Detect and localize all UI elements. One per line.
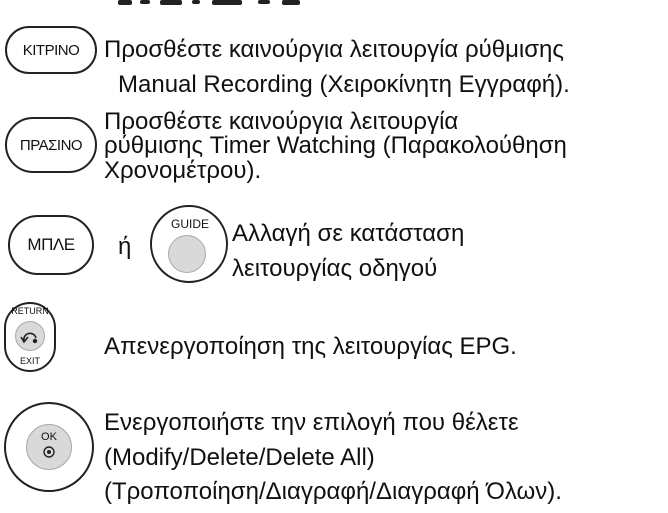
ok-desc-line-1: Ενεργοποιήστε την επιλογή που θέλετε (104, 409, 519, 436)
ok-desc-line-2: (Modify/Delete/Delete All) (104, 444, 375, 471)
ok-desc-line-3: (Τροποποίηση/Διαγραφή/Διαγραφή Όλων). (104, 478, 562, 505)
